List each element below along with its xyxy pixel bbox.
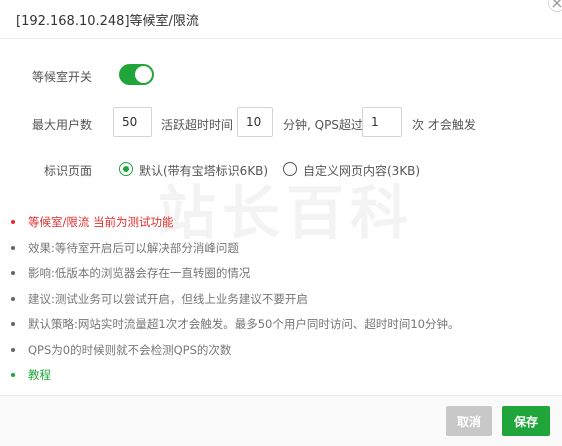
- identity-page-label: 标识页面: [44, 164, 93, 178]
- max-users-label: 最大用户数: [32, 118, 93, 132]
- toggle-knob: [135, 66, 152, 83]
- cancel-button[interactable]: 取消: [446, 406, 492, 436]
- active-timeout-label: 活跃超时时间: [161, 118, 234, 132]
- waiting-room-toggle[interactable]: [119, 64, 154, 85]
- dialog-titlebar: [192.168.10.248]等候室/限流: [0, 0, 562, 39]
- waiting-room-dialog: [192.168.10.248]等候室/限流 等候室开关 最大用户数 活跃超时时…: [0, 0, 562, 446]
- waiting-room-switch-label: 等候室开关: [32, 70, 93, 84]
- note-item-effect: 效果:等待室开启后可以解决部分消峰问题: [10, 238, 459, 264]
- note-item-qps-zero: QPS为0的时候则就不会检测QPS的次数: [10, 340, 459, 366]
- save-button[interactable]: 保存: [502, 406, 550, 436]
- qps-suffix: 次 才会触发: [412, 118, 476, 132]
- radio-custom-page-label[interactable]: 自定义网页内容(3KB): [303, 162, 420, 179]
- qps-label: 分钟, QPS超过: [283, 118, 363, 132]
- qps-input[interactable]: [362, 107, 402, 137]
- radio-custom-page[interactable]: [283, 162, 297, 176]
- notes-list: 等候室/限流 当前为测试功能 效果:等待室开启后可以解决部分消峰问题 影响:低版…: [10, 212, 459, 391]
- tutorial-link[interactable]: 教程: [28, 368, 51, 382]
- max-users-input[interactable]: [113, 107, 152, 137]
- radio-default-page[interactable]: [119, 162, 133, 176]
- note-item-test-feature: 等候室/限流 当前为测试功能: [10, 212, 459, 238]
- note-item-tutorial: 教程: [10, 365, 459, 391]
- dialog-title: [192.168.10.248]等候室/限流: [16, 14, 199, 29]
- active-timeout-input[interactable]: [237, 107, 273, 137]
- note-item-impact: 影响:低版本的浏览器会存在一直转圈的情况: [10, 263, 459, 289]
- radio-default-page-label[interactable]: 默认(带有宝塔标识6KB): [139, 162, 268, 179]
- note-item-default-policy: 默认策略:网站实时流量超1次才会触发。最多50个用户同时访问、超时时间10分钟。: [10, 314, 459, 340]
- note-item-advice: 建议:测试业务可以尝试开启，但线上业务建议不要开启: [10, 289, 459, 315]
- dialog-footer: 取消 保存: [0, 395, 562, 446]
